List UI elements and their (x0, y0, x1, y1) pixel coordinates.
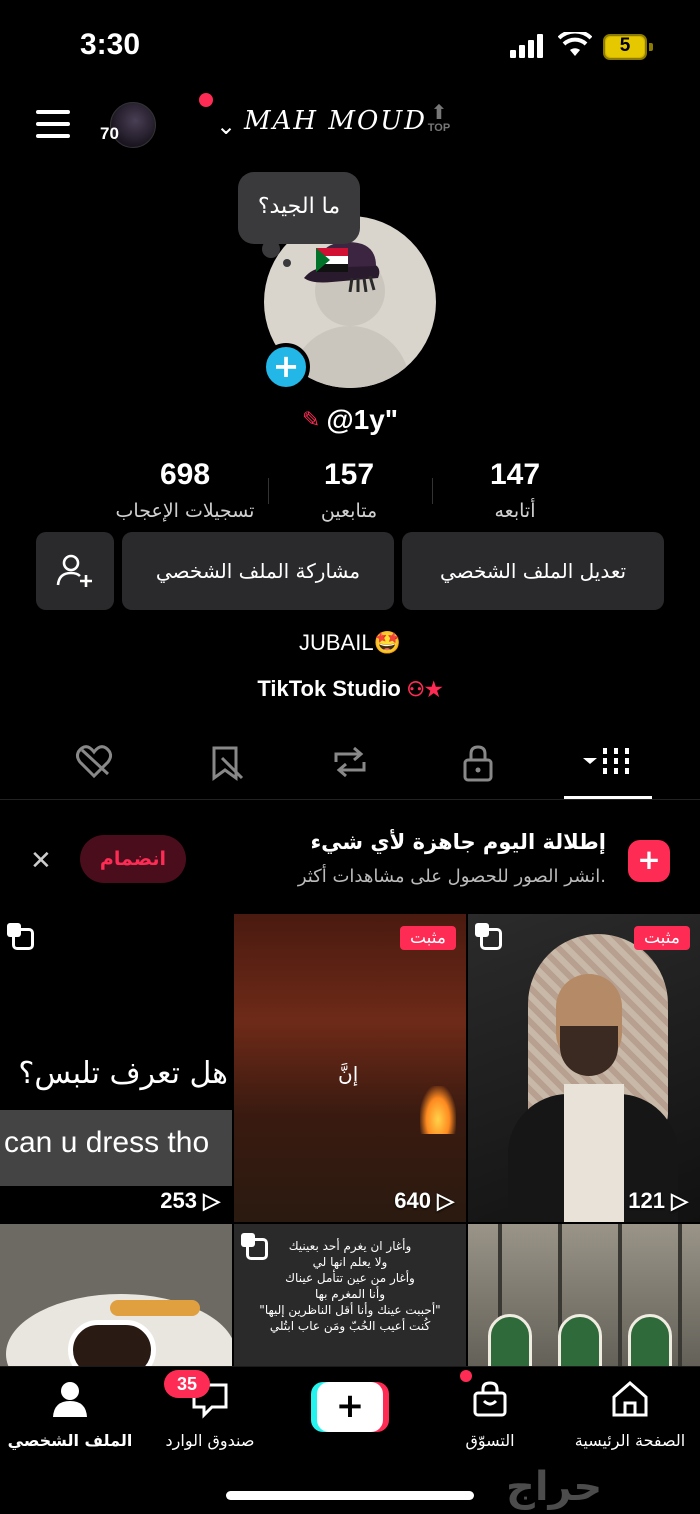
flag-cap-sticker (304, 242, 380, 292)
video-caption: هل تعرف تلبس؟ (18, 1056, 228, 1091)
plus-icon: + (317, 1382, 383, 1432)
heart-hidden-icon (75, 745, 113, 779)
profile-icon (0, 1379, 140, 1423)
shop-notification-dot (460, 1370, 472, 1382)
inbox-badge: 35 (164, 1370, 210, 1398)
likes-stat[interactable]: 698 تسجيلات الإعجاب (90, 458, 280, 522)
nav-home[interactable]: الصفحة الرئيسية (560, 1379, 700, 1450)
pinned-badge: مثبت (633, 926, 690, 950)
status-time: 3:30 (80, 28, 141, 61)
tab-videos[interactable] (576, 744, 636, 784)
close-icon[interactable]: ✕ (30, 846, 52, 876)
add-friend-button[interactable] (36, 532, 114, 610)
note-bubble[interactable]: ما الجيد؟ (238, 172, 360, 244)
arrow-up-icon: ⬆ (430, 100, 448, 124)
menu-icon[interactable] (36, 110, 72, 138)
tab-liked[interactable] (64, 744, 124, 784)
chevron-down-icon[interactable]: ⌄ (216, 112, 236, 140)
join-button[interactable]: انضمام (80, 835, 186, 883)
studio-icon: ⚇★ (406, 679, 443, 701)
profile-tabs (0, 730, 700, 800)
bio-text: JUBAIL🤩 (299, 630, 401, 655)
promo-subtitle: انشر الصور للحصول على مشاهدات أكثر. (297, 866, 606, 887)
tab-favorites[interactable] (196, 744, 256, 784)
pencil-icon[interactable]: ✎ (302, 408, 320, 433)
battery-level: 5 (619, 35, 631, 56)
tab-reposts[interactable] (320, 744, 380, 784)
wifi-icon (558, 32, 592, 56)
video-thumbnail[interactable]: إنَّ مثبت 640 ▷ (234, 914, 466, 1222)
pinned-badge: مثبت (399, 926, 456, 950)
add-user-icon (56, 554, 92, 587)
video-thumbnail[interactable] (0, 1224, 232, 1366)
following-stat[interactable]: 147 أتابعه (420, 458, 610, 522)
video-thumbnail[interactable]: وأغار ان يغرم أحد بعينيك ولا يعلم انها ل… (234, 1224, 466, 1366)
lock-icon (463, 745, 493, 782)
tab-private[interactable] (448, 744, 508, 784)
handle-row: ✎ @1y" (0, 404, 700, 436)
view-count: 253 ▷ (160, 1188, 220, 1213)
video-thumbnail[interactable]: هل تعرف تلبس؟ can u dress tho 253 ▷ (0, 914, 232, 1222)
home-icon (560, 1379, 700, 1423)
profile-handle: @1y" (326, 404, 399, 435)
video-caption: وأغار ان يغرم أحد بعينيك ولا يعلم انها ل… (259, 1239, 441, 1333)
inbox-icon (140, 1379, 280, 1423)
view-count: 640 ▷ (394, 1188, 454, 1213)
status-bar: 3:30 5 (0, 0, 700, 92)
video-caption: can u dress tho (4, 1126, 210, 1159)
battery-icon: 5 (603, 34, 653, 60)
shopping-bag-icon (420, 1379, 560, 1423)
top-badge[interactable]: ⬆ TOP (424, 102, 454, 134)
watermark-logo: حراج (506, 1464, 603, 1510)
followers-stat[interactable]: 157 متابعين (254, 458, 444, 522)
video-thumbnail[interactable] (468, 1224, 700, 1366)
nav-shop[interactable]: التسوّق (420, 1379, 560, 1450)
tab-active-indicator (564, 796, 652, 799)
home-indicator[interactable] (226, 1491, 474, 1500)
notification-dot (199, 93, 213, 107)
repost-icon (334, 746, 366, 778)
photo-carousel-icon (7, 923, 34, 950)
plus-icon[interactable]: + (628, 840, 670, 882)
nav-profile[interactable]: الملف الشخصي (0, 1379, 140, 1450)
photo-carousel-icon (475, 923, 502, 950)
tiktok-studio-link[interactable]: TikTok Studio ⚇★ (0, 676, 700, 702)
video-grid: هل تعرف تلبس؟ can u dress tho 253 ▷ إنَّ… (0, 914, 700, 1366)
edit-profile-button[interactable]: تعديل الملف الشخصي (402, 532, 664, 610)
video-thumbnail[interactable]: مثبت 121 ▷ (468, 914, 700, 1222)
promo-title: إطلالة اليوم جاهزة لأي شيء (310, 830, 606, 854)
video-caption: إنَّ (338, 1062, 359, 1086)
grid-videos-icon (583, 748, 629, 776)
nav-inbox[interactable]: صندوق الوارد (140, 1379, 280, 1450)
create-button[interactable]: + (311, 1382, 389, 1432)
add-story-button[interactable]: + (262, 343, 310, 391)
view-count: 121 ▷ (628, 1188, 688, 1213)
account-switcher[interactable]: MAH MOUD (244, 106, 427, 136)
cellular-signal-icon (510, 34, 546, 58)
photo-promo-banner: ✕ انضمام إطلالة اليوم جاهزة لأي شيء انشر… (0, 810, 700, 910)
avatar-count: 70 (100, 124, 119, 143)
bookmark-hidden-icon (212, 746, 244, 781)
share-profile-button[interactable]: مشاركة الملف الشخصي (122, 532, 394, 610)
